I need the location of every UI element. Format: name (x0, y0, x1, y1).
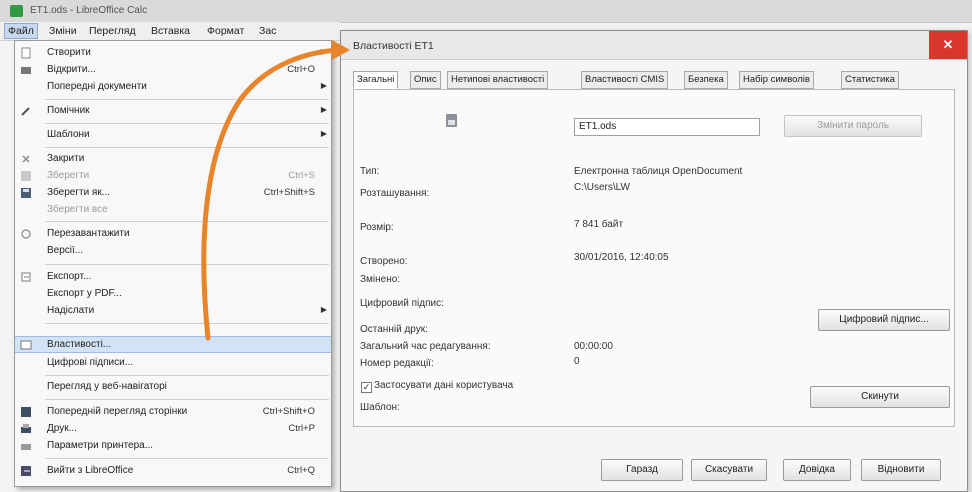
callout-arrow-icon (201, 40, 350, 341)
